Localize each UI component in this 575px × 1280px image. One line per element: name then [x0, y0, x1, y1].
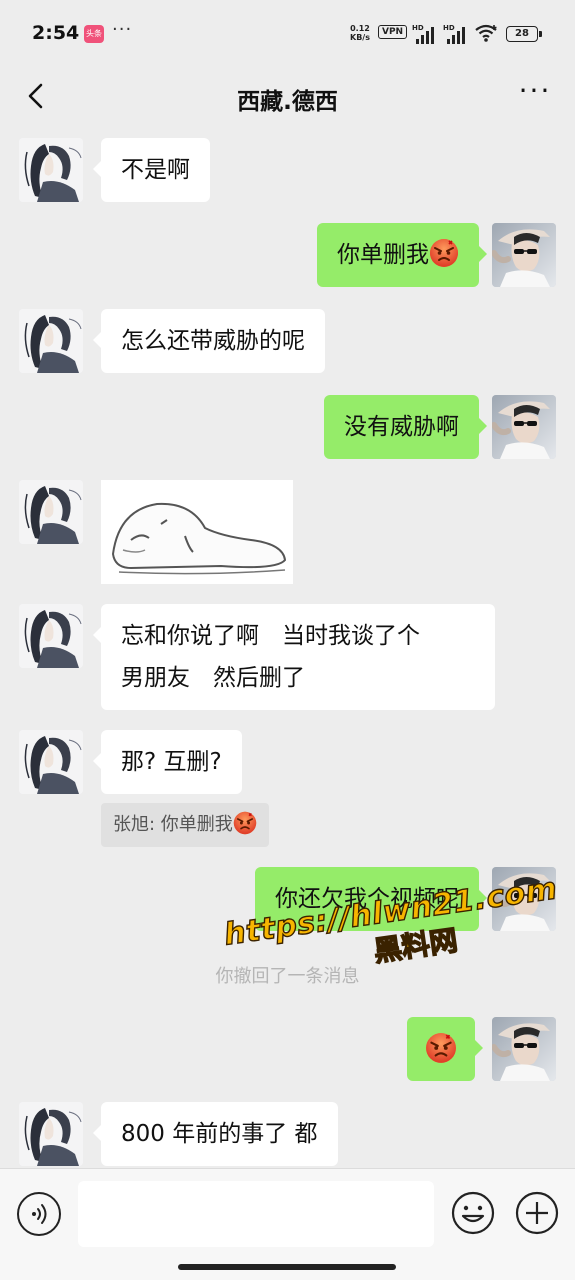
message-input[interactable] [78, 1181, 434, 1247]
hd-label: HD [412, 24, 424, 32]
voice-icon [32, 1204, 47, 1224]
quote-text: 张旭: 你单删我 [113, 814, 233, 835]
cellular-signal-2-icon: HD [443, 24, 469, 44]
network-speed-value: 0.12 [350, 24, 370, 33]
message-text: 那? 互删? [121, 749, 222, 775]
my-avatar[interactable] [492, 395, 556, 459]
home-indicator[interactable] [178, 1264, 396, 1270]
quoted-reply[interactable]: 张旭: 你单删我 [101, 803, 269, 847]
hd-label-2: HD [443, 24, 455, 32]
incoming-message-bubble[interactable]: 不是啊 [93, 138, 210, 202]
contact-avatar[interactable] [19, 480, 83, 544]
message-text-line-2: 男朋友 然后删了 [121, 665, 305, 691]
network-speed: 0.12 KB/s [350, 24, 370, 42]
voice-input-button[interactable] [17, 1192, 61, 1236]
message-text: 你单删我 [337, 242, 429, 268]
chat-title: 西藏.德西 [237, 89, 338, 115]
chat-header: 西藏.德西 ··· [0, 68, 575, 130]
input-bar [0, 1168, 575, 1280]
battery-icon: 28 [506, 26, 542, 42]
angry-face-icon [429, 238, 459, 268]
my-avatar[interactable] [492, 223, 556, 287]
incoming-message-bubble[interactable]: 忘和你说了啊 当时我谈了个 男朋友 然后删了 [93, 604, 495, 710]
message-text: 没有威胁啊 [344, 414, 459, 440]
contact-avatar[interactable] [19, 730, 83, 794]
incoming-message-bubble[interactable]: 怎么还带威胁的呢 [93, 309, 325, 373]
outgoing-message-bubble[interactable]: 你单删我 [317, 223, 487, 287]
news-app-icon: 头条 [84, 25, 104, 43]
message-text: 怎么还带威胁的呢 [121, 328, 305, 354]
outgoing-message-bubble[interactable]: 没有威胁啊 [324, 395, 487, 459]
message-text: 800 年前的事了 都 [121, 1121, 318, 1147]
contact-avatar[interactable] [19, 604, 83, 668]
my-avatar[interactable] [492, 1017, 556, 1081]
incoming-message-bubble[interactable]: 那? 互删? [93, 730, 242, 794]
status-time: 2:54 [32, 22, 80, 44]
wifi-icon [475, 24, 497, 42]
network-speed-unit: KB/s [350, 33, 370, 42]
lying-blob-sticker[interactable] [101, 480, 293, 584]
cellular-signal-icon: HD [412, 24, 438, 44]
more-options-button[interactable]: ··· [517, 77, 553, 110]
emoji-icon[interactable] [450, 1190, 496, 1236]
incoming-message-bubble[interactable]: 800 年前的事了 都 [93, 1102, 338, 1166]
contact-avatar[interactable] [19, 138, 83, 202]
plus-icon[interactable] [514, 1190, 560, 1236]
contact-avatar[interactable] [19, 1102, 83, 1166]
contact-avatar[interactable] [19, 309, 83, 373]
more-notifications-icon: ··· [112, 19, 133, 40]
message-text-line-1: 忘和你说了啊 当时我谈了个 [121, 623, 420, 649]
angry-face-icon [425, 1032, 457, 1064]
status-bar: 2:54 头条 ··· 0.12 KB/s VPN HD HD 28 [0, 0, 575, 68]
vpn-icon: VPN [378, 25, 408, 39]
outgoing-emoji-bubble[interactable] [407, 1017, 483, 1081]
angry-face-icon [232, 811, 257, 835]
message-text: 不是啊 [121, 157, 190, 183]
